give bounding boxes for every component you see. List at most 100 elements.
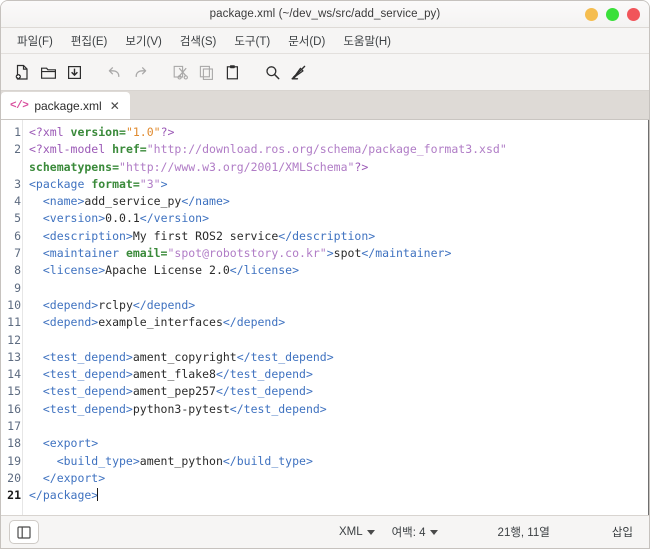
code-line[interactable]: <package format="3"> [29,176,648,193]
code-editor[interactable]: 1 2 3 4 5 6 7 8 9 10 11 12 13 14 15 16 17 18 19 20 21 <?xml … [1,120,649,515]
code-token: <package [29,176,92,191]
code-token: format= [91,176,140,191]
code-line[interactable]: <description>My first ROS2 service</desc… [29,228,648,245]
code-token: </depend> [222,315,286,330]
code-token: > [160,176,168,191]
code-line[interactable]: </package> [29,487,648,504]
code-line[interactable]: <name>add_service_py</name> [29,193,648,210]
code-token: rclpy [98,297,133,312]
code-line[interactable]: <build_type>ament_python</build_type> [29,453,648,470]
code-line[interactable]: <depend>example_interfaces</depend> [29,314,648,331]
save-file-icon [67,65,81,79]
tab-strip: </> package.xml ✕ [1,91,649,120]
code-line[interactable]: schematypens="http://www.w3.org/2001/XML… [29,159,648,176]
toolbar [1,54,649,91]
code-token: <license> [29,263,106,278]
menu-item-view[interactable]: 보기(V) [116,31,171,51]
save-file-button[interactable] [61,59,87,85]
sidebar-toggle-icon [17,525,31,539]
code-line[interactable]: <export> [29,435,648,452]
language-selector[interactable]: XML [335,524,379,540]
tab-package-xml[interactable]: </> package.xml ✕ [1,92,130,119]
language-label: XML [338,526,363,538]
code-token: <description> [29,228,133,243]
code-token: </build_type> [222,453,313,468]
menu-item-search[interactable]: 검색(S) [171,31,226,51]
line-number: 2 [14,142,21,157]
code-line[interactable]: <?xml version="1.0"?> [29,124,648,141]
xml-file-icon: </> [10,99,29,112]
code-line[interactable]: <test_depend>python3-pytest</test_depend… [29,401,648,418]
code-line[interactable]: </export> [29,470,648,487]
code-token: 0.0.1 [105,211,140,226]
redo-icon [135,66,146,77]
tab-close-icon[interactable]: ✕ [108,100,122,112]
line-number: 19 [7,453,21,468]
code-line[interactable] [29,332,648,349]
code-line[interactable]: <license>Apache License 2.0</license> [29,262,648,279]
close-button[interactable] [627,7,640,21]
code-content[interactable]: <?xml version="1.0"?> <?xml-model href="h… [23,120,648,515]
cursor-position-label: 21행, 11열 [497,527,550,539]
line-number: 16 [7,401,21,416]
cut-button[interactable] [167,59,193,85]
clear-highlight-icon [291,65,305,79]
code-token: </description> [278,228,376,243]
indent-selector[interactable]: 여백: 4 [388,522,442,542]
code-token: <depend> [29,297,99,312]
code-token: spot [333,246,362,261]
cut-icon [173,65,188,80]
insert-mode[interactable]: 삽입 [608,522,637,542]
line-number: 11 [7,315,21,330]
code-token: </test_depend> [215,384,313,399]
code-token: </maintainer> [361,246,452,261]
undo-button[interactable] [101,59,127,85]
tab-label: package.xml [34,98,102,113]
menu-item-tools[interactable]: 도구(T) [225,31,279,51]
menu-item-documents[interactable]: 문서(D) [279,31,334,51]
chevron-down-icon [366,529,375,535]
code-line[interactable]: <?xml-model href="http://download.ros.or… [29,141,648,158]
copy-button[interactable] [193,59,219,85]
code-line[interactable]: <maintainer email="spot@robotstory.co.kr… [29,245,648,262]
paste-button[interactable] [219,59,245,85]
undo-icon [108,66,119,77]
insert-mode-label: 삽입 [611,527,633,539]
code-line[interactable]: <version>0.0.1</version> [29,210,648,227]
code-token: "http://download.ros.org/schema/package_… [146,142,507,157]
code-token: ament_pep257 [132,384,216,399]
line-number [1,159,22,176]
code-token: <test_depend> [29,367,133,382]
code-line[interactable] [29,280,648,297]
menu-item-edit[interactable]: 편집(E) [62,31,117,51]
code-token: <test_depend> [29,349,133,364]
paste-icon [226,64,238,79]
menu-item-help[interactable]: 도움말(H) [334,31,400,51]
code-line[interactable]: <test_depend>ament_flake8</test_depend> [29,366,648,383]
line-number: 17 [7,419,21,434]
line-number-gutter: 1 2 3 4 5 6 7 8 9 10 11 12 13 14 15 16 17 18 19 20 21 [1,120,23,515]
clear-highlight-button[interactable] [285,59,311,85]
code-line[interactable] [29,418,648,435]
code-line[interactable]: <test_depend>ament_copyright</test_depen… [29,349,648,366]
code-token: ament_flake8 [132,367,216,382]
open-folder-button[interactable] [35,59,61,85]
code-token: <name> [29,194,85,209]
redo-button[interactable] [127,59,153,85]
line-number: 6 [14,228,21,243]
code-token: </test_depend> [236,349,334,364]
search-button[interactable] [259,59,285,85]
chevron-down-icon [429,529,438,535]
code-token: "spot@robotstory.co.kr" [167,246,327,261]
code-token: </test_depend> [229,401,327,416]
line-number: 4 [14,194,21,209]
code-line[interactable]: <test_depend>ament_pep257</test_depend> [29,383,648,400]
new-file-button[interactable] [9,59,35,85]
menu-item-file[interactable]: 파일(F) [8,31,62,51]
line-number: 14 [7,367,21,382]
code-line[interactable]: <depend>rclpy</depend> [29,297,648,314]
minimize-button[interactable] [585,7,598,21]
sidebar-toggle-button[interactable] [9,520,39,544]
maximize-button[interactable] [606,7,619,21]
code-token: </name> [181,194,230,209]
